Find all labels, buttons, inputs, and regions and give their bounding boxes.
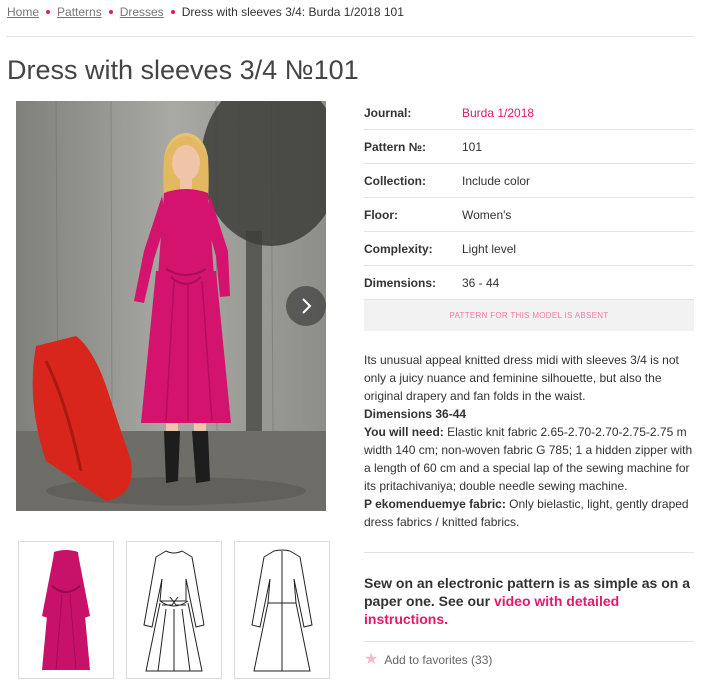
favorites-label: Add to favorites (33) bbox=[384, 653, 493, 667]
spec-pattern-number: Pattern №: 101 bbox=[364, 130, 694, 164]
spec-journal: Journal: Burda 1/2018 bbox=[364, 96, 694, 130]
breadcrumb-current: Dress with sleeves 3/4: Burda 1/2018 101 bbox=[181, 5, 404, 19]
recommended-fabric-label: P ekomenduemye fabric: bbox=[364, 497, 506, 511]
spec-label: Complexity: bbox=[364, 241, 433, 256]
breadcrumb-patterns[interactable]: Patterns bbox=[57, 5, 102, 19]
spec-value: Women's bbox=[462, 207, 512, 222]
spec-floor: Floor: Women's bbox=[364, 198, 694, 232]
description: Its unusual appeal knitted dress midi wi… bbox=[364, 351, 698, 531]
breadcrumb: Home Patterns Dresses Dress with sleeves… bbox=[7, 5, 404, 19]
breadcrumb-separator bbox=[170, 10, 175, 14]
next-image-button[interactable] bbox=[286, 286, 326, 326]
section-divider bbox=[364, 552, 694, 553]
electronic-pattern-cta: Sew on an electronic pattern is as simpl… bbox=[364, 574, 694, 628]
spec-label: Journal: bbox=[364, 105, 412, 120]
star-icon: ★ bbox=[364, 651, 379, 668]
thumbnail-back-sketch[interactable] bbox=[234, 541, 330, 679]
add-to-favorites-button[interactable]: ★ Add to favorites (33) bbox=[364, 652, 492, 668]
spec-value: 36 - 44 bbox=[462, 275, 500, 290]
breadcrumb-separator bbox=[108, 10, 113, 14]
spec-dimensions: Dimensions: 36 - 44 bbox=[364, 266, 694, 300]
spec-value-journal-link[interactable]: Burda 1/2018 bbox=[462, 106, 534, 120]
thumbnail-front-sketch[interactable] bbox=[126, 541, 222, 679]
spec-label: Dimensions: bbox=[364, 275, 437, 290]
header-divider bbox=[6, 36, 694, 37]
description-intro: Its unusual appeal knitted dress midi wi… bbox=[364, 353, 679, 403]
chevron-right-icon bbox=[302, 298, 312, 314]
thumbnail-photo[interactable] bbox=[18, 541, 114, 679]
product-photo[interactable] bbox=[16, 101, 326, 511]
breadcrumb-home[interactable]: Home bbox=[7, 5, 39, 19]
spec-collection: Collection: Include color bbox=[364, 164, 694, 198]
dimensions-heading: Dimensions 36-44 bbox=[364, 407, 467, 421]
pattern-absent-button[interactable]: PATTERN FOR THIS MODEL IS ABSENT bbox=[364, 300, 694, 331]
spec-label: Collection: bbox=[364, 173, 426, 188]
spec-value: 101 bbox=[462, 139, 483, 154]
spec-label: Floor: bbox=[364, 207, 398, 222]
pattern-specs: Journal: Burda 1/2018 Pattern №: 101 Col… bbox=[364, 96, 694, 300]
spec-complexity: Complexity: Light level bbox=[364, 232, 694, 266]
you-will-need-label: You will need: bbox=[364, 425, 444, 439]
section-divider bbox=[364, 641, 694, 642]
breadcrumb-separator bbox=[46, 10, 51, 14]
spec-label: Pattern №: bbox=[364, 139, 427, 154]
spec-value: Include color bbox=[462, 173, 531, 188]
spec-value: Light level bbox=[462, 241, 517, 256]
breadcrumb-dresses[interactable]: Dresses bbox=[120, 5, 164, 19]
page-title: Dress with sleeves 3/4 №101 bbox=[7, 55, 359, 85]
